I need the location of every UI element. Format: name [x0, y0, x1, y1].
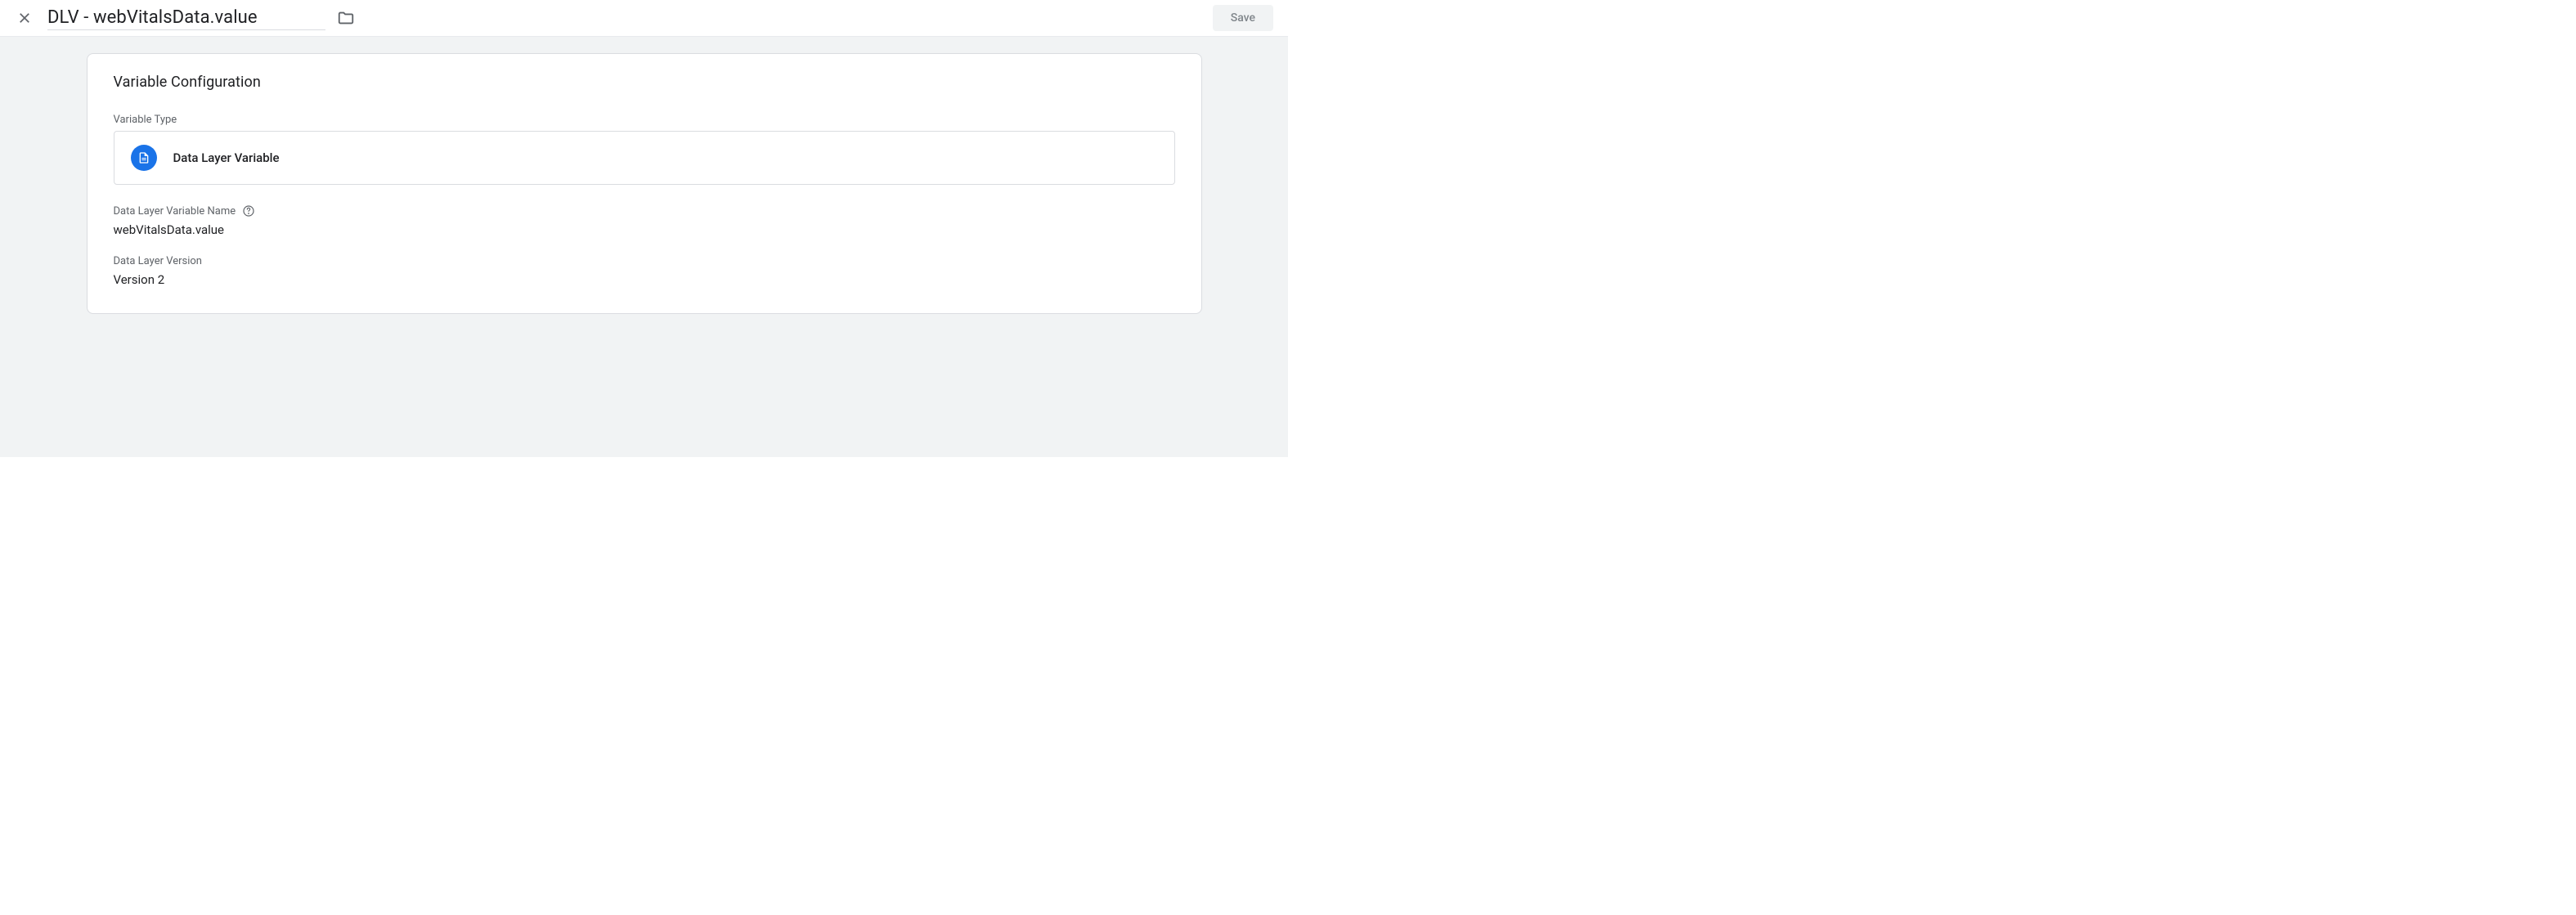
folder-button[interactable] — [334, 6, 358, 30]
dlv-version-label: Data Layer Version — [114, 255, 1175, 267]
variable-name-input[interactable] — [47, 6, 325, 30]
close-icon — [17, 11, 32, 25]
dlv-name-value: webVitalsData.value — [114, 222, 1175, 237]
help-icon[interactable] — [242, 204, 255, 218]
card-title: Variable Configuration — [114, 74, 1175, 91]
variable-type-label: Variable Type — [114, 114, 1175, 126]
variable-type-selector[interactable]: Data Layer Variable — [114, 131, 1175, 185]
variable-type-name: Data Layer Variable — [173, 150, 280, 165]
content-area: Variable Configuration Variable Type Dat… — [0, 37, 1288, 457]
dlv-version-value: Version 2 — [114, 272, 1175, 287]
close-button[interactable] — [15, 8, 34, 28]
save-button[interactable]: Save — [1213, 5, 1273, 31]
data-layer-variable-icon — [131, 145, 157, 171]
header-bar: Save — [0, 0, 1288, 37]
dlv-name-label: Data Layer Variable Name — [114, 204, 1175, 218]
folder-icon — [337, 9, 355, 27]
variable-config-card: Variable Configuration Variable Type Dat… — [87, 53, 1202, 314]
